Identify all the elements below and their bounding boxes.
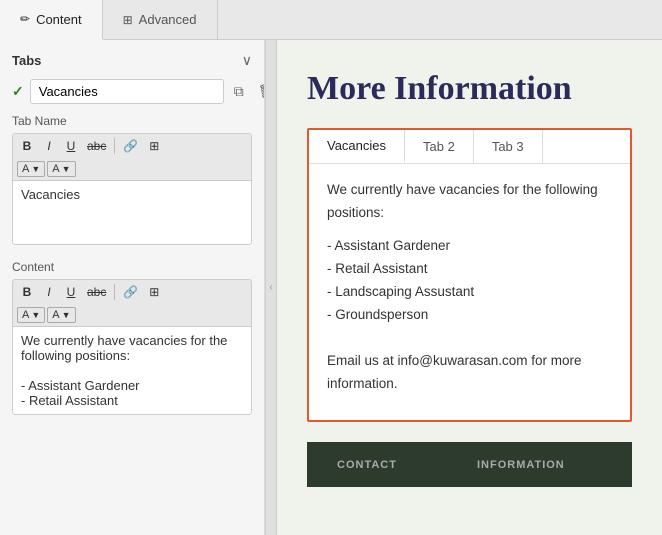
- content-toolbar-sep: [114, 284, 115, 300]
- content-underline-button[interactable]: U: [61, 283, 81, 301]
- content-font-color-label: A: [22, 309, 29, 321]
- content-editor[interactable]: [12, 326, 252, 415]
- tabs-chevron-icon[interactable]: ∨: [242, 52, 252, 69]
- grid-button[interactable]: ⊞: [144, 137, 164, 155]
- tab-content-label: Content: [36, 12, 82, 27]
- tabs-section-header: Tabs ∨: [12, 52, 252, 69]
- tabs-header: Vacancies Tab 2 Tab 3: [309, 130, 630, 164]
- content-section: Content B I U abc 🔗 ⊞ A ▼ A ▼: [12, 260, 252, 418]
- tab-item-row: ✓ ⧉ 🗑: [12, 79, 252, 104]
- tab-content[interactable]: ✏ Content: [0, 0, 103, 40]
- collapse-handle[interactable]: ‹: [265, 40, 277, 535]
- tabs-widget: Vacancies Tab 2 Tab 3 We currently have …: [307, 128, 632, 422]
- tabs-content: We currently have vacancies for the foll…: [309, 164, 630, 420]
- vacancies-list: - Assistant Gardener - Retail Assistant …: [327, 235, 612, 327]
- tab-name-label: Tab Name: [12, 114, 252, 128]
- font-color-arrow: ▼: [31, 164, 40, 174]
- list-item: - Retail Assistant: [327, 258, 612, 281]
- strikethrough-button[interactable]: abc: [83, 137, 110, 155]
- bottom-bar: Contact Information: [307, 442, 632, 487]
- list-item: - Assistant Gardener: [327, 235, 612, 258]
- tab-check-icon[interactable]: ✓: [12, 83, 24, 100]
- content-font-color-button[interactable]: A ▼: [17, 307, 45, 323]
- font-color-label: A: [22, 163, 29, 175]
- tabs-section: Tabs ∨ ✓ ⧉ 🗑 Tab Name B I U abc 🔗 ⊞: [12, 52, 252, 248]
- tab-name-toolbar: B I U abc 🔗 ⊞: [12, 133, 252, 158]
- toolbar-separator: [114, 138, 115, 154]
- tab-advanced-label: Advanced: [139, 12, 197, 27]
- tab-advanced[interactable]: ⊞ Advanced: [103, 0, 218, 39]
- content-strikethrough-button[interactable]: abc: [83, 283, 110, 301]
- content-font-bg-label: A: [52, 309, 59, 321]
- tabs-section-title: Tabs: [12, 53, 41, 68]
- content-grid-button[interactable]: ⊞: [144, 283, 164, 301]
- underline-button[interactable]: U: [61, 137, 81, 155]
- right-panel: More Information Vacancies Tab 2 Tab 3 W…: [277, 40, 662, 535]
- content-italic-button[interactable]: I: [39, 283, 59, 301]
- tab-vacancies-btn[interactable]: Vacancies: [309, 130, 405, 163]
- tab-3-btn[interactable]: Tab 3: [474, 130, 543, 163]
- list-item: - Groundsperson: [327, 304, 612, 327]
- tab-2-btn[interactable]: Tab 2: [405, 130, 474, 163]
- tab-name-editor[interactable]: [12, 180, 252, 245]
- information-label: Information: [477, 459, 565, 471]
- grid-icon: ⊞: [123, 13, 133, 27]
- content-font-bg-arrow: ▼: [62, 310, 71, 320]
- tab-name-field[interactable]: [30, 79, 224, 104]
- link-button[interactable]: 🔗: [119, 137, 142, 155]
- pencil-icon: ✏: [20, 12, 30, 26]
- list-item: - Landscaping Assustant: [327, 281, 612, 304]
- page-title: More Information: [307, 70, 632, 108]
- delete-tab-button[interactable]: 🗑: [254, 81, 265, 102]
- content-toolbar: B I U abc 🔗 ⊞: [12, 279, 252, 304]
- bold-button[interactable]: B: [17, 137, 37, 155]
- font-bg-button[interactable]: A ▼: [47, 161, 75, 177]
- main-layout: Tabs ∨ ✓ ⧉ 🗑 Tab Name B I U abc 🔗 ⊞: [0, 40, 662, 535]
- font-bg-arrow: ▼: [62, 164, 71, 174]
- content-section-title: Content: [12, 260, 252, 274]
- vacancies-intro: We currently have vacancies for the foll…: [327, 179, 612, 225]
- contact-label: Contact: [337, 459, 397, 471]
- font-bg-label: A: [52, 163, 59, 175]
- content-link-button[interactable]: 🔗: [119, 283, 142, 301]
- italic-button[interactable]: I: [39, 137, 59, 155]
- top-tab-bar: ✏ Content ⊞ Advanced: [0, 0, 662, 40]
- left-panel: Tabs ∨ ✓ ⧉ 🗑 Tab Name B I U abc 🔗 ⊞: [0, 40, 265, 535]
- copy-tab-button[interactable]: ⧉: [230, 81, 248, 102]
- content-font-color-arrow: ▼: [31, 310, 40, 320]
- content-bold-button[interactable]: B: [17, 283, 37, 301]
- collapse-icon: ‹: [269, 282, 272, 293]
- font-color-button[interactable]: A ▼: [17, 161, 45, 177]
- tab-name-toolbar-row2: A ▼ A ▼: [12, 158, 252, 180]
- content-toolbar-row2: A ▼ A ▼: [12, 304, 252, 326]
- vacancies-outro: Email us at info@kuwarasan.com for more …: [327, 350, 612, 396]
- content-font-bg-button[interactable]: A ▼: [47, 307, 75, 323]
